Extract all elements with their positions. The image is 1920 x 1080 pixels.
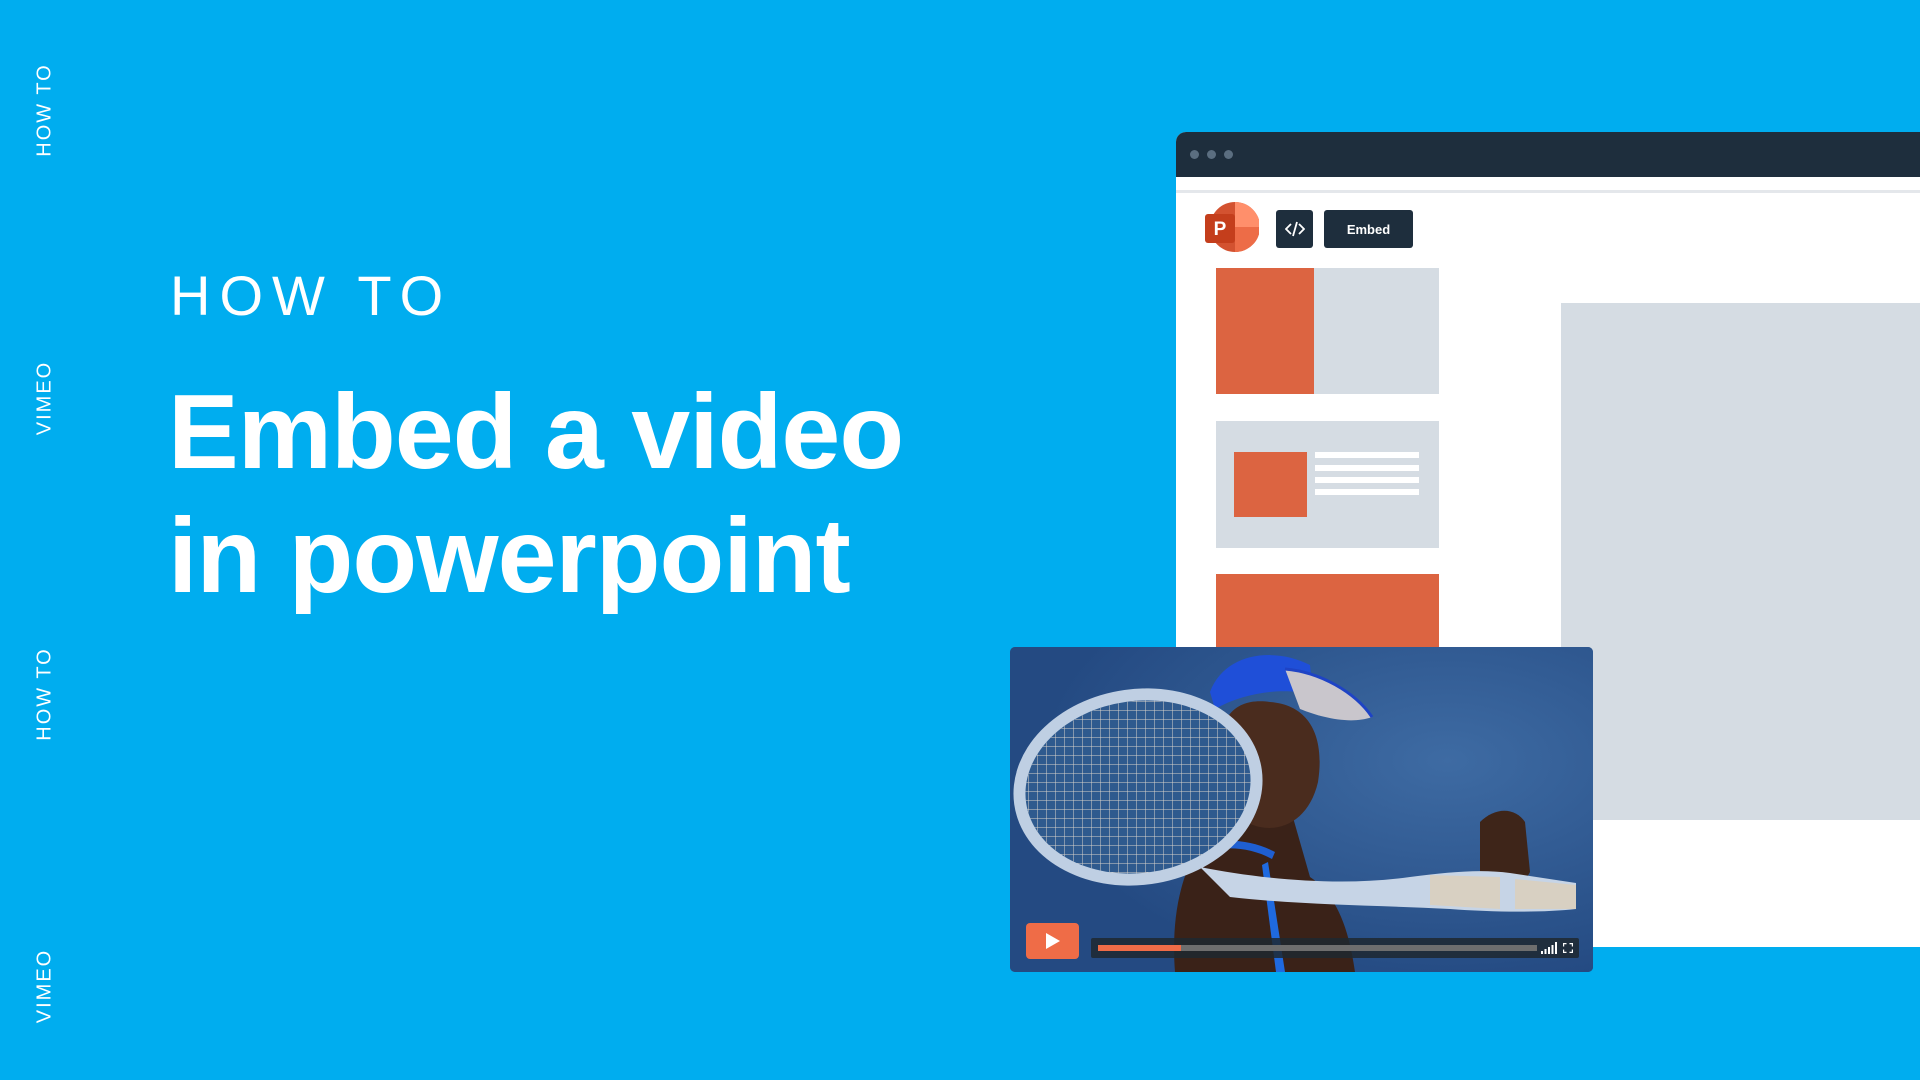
window-dot-icon <box>1190 150 1199 159</box>
slide-thumbnail-text-line <box>1315 465 1419 471</box>
slide-thumbnail-text-line <box>1315 489 1419 495</box>
play-button[interactable] <box>1026 923 1079 959</box>
page-title: Embed a video in powerpoint <box>168 370 904 618</box>
slide-thumbnail-text-line <box>1315 477 1419 483</box>
progress-bar[interactable] <box>1098 945 1537 951</box>
side-label-how-to: HOW TO <box>33 63 56 157</box>
progress-bar-fill <box>1098 945 1182 951</box>
video-player[interactable] <box>1010 647 1593 972</box>
code-button[interactable] <box>1276 210 1313 248</box>
side-label-vimeo: VIMEO <box>33 360 56 436</box>
slide-thumbnail-text-line <box>1315 452 1419 458</box>
embed-button[interactable]: Embed <box>1324 210 1413 248</box>
powerpoint-logo-letter: P <box>1214 219 1227 240</box>
browser-titlebar <box>1176 132 1920 177</box>
slide-thumbnail[interactable] <box>1216 268 1439 394</box>
volume-bars-icon[interactable] <box>1541 942 1557 954</box>
headline-line-1: Embed a video <box>168 373 904 491</box>
window-dot-icon <box>1224 150 1233 159</box>
address-bar <box>1176 177 1920 193</box>
video-thumbnail-image <box>1010 647 1593 972</box>
slide-thumbnail[interactable] <box>1216 421 1439 548</box>
kicker-how-to: HOW TO <box>170 264 453 327</box>
window-dot-icon <box>1207 150 1216 159</box>
slide-thumbnail-accent <box>1216 268 1314 394</box>
headline-line-2: in powerpoint <box>168 497 851 615</box>
side-label-vimeo: VIMEO <box>33 948 56 1024</box>
code-icon <box>1284 221 1305 237</box>
play-icon <box>1045 933 1060 949</box>
slide-thumbnail-image <box>1234 452 1307 517</box>
side-label-how-to: HOW TO <box>33 647 56 741</box>
slide-editing-canvas <box>1561 303 1920 820</box>
fullscreen-icon[interactable] <box>1563 943 1573 953</box>
video-control-bar <box>1091 938 1579 958</box>
powerpoint-logo-icon: P <box>1205 202 1259 252</box>
